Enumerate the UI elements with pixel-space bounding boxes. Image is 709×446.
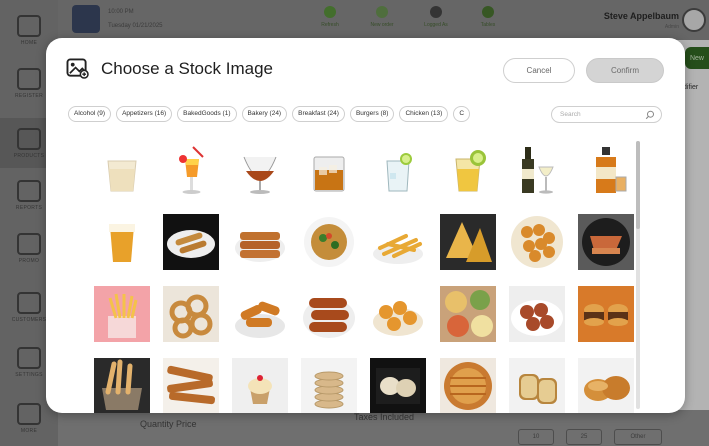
- stock-image-nachos-plate[interactable]: [301, 214, 357, 270]
- stock-image-french-fries[interactable]: [370, 214, 426, 270]
- stock-image-fried-shrimp[interactable]: [370, 286, 426, 342]
- stock-image-beer-glass[interactable]: [94, 214, 150, 270]
- stock-image-tequila-shot[interactable]: [440, 143, 496, 199]
- stock-image-modal: Choose a Stock Image Cancel Confirm Alco…: [46, 38, 685, 413]
- stock-image-fries-pink-box[interactable]: [94, 286, 150, 342]
- stock-image-bread-slices[interactable]: [509, 358, 565, 413]
- stock-image-wine-bottle-glass[interactable]: [509, 143, 565, 199]
- stock-image-cinnamon-sticks[interactable]: [163, 358, 219, 413]
- stock-image-mixed-dishes[interactable]: [440, 286, 496, 342]
- stock-image-spring-rolls[interactable]: [163, 214, 219, 270]
- stock-image-cocktail-tropical[interactable]: [163, 143, 219, 199]
- stock-image-gin-tonic-lime[interactable]: [370, 143, 426, 199]
- stock-image-bread-rolls[interactable]: [578, 358, 634, 413]
- stock-image-cocktail-milky[interactable]: [94, 143, 150, 199]
- stock-image-round-pie[interactable]: [440, 358, 496, 413]
- stock-image-sausage-rolls[interactable]: [301, 286, 357, 342]
- stock-image-cookie-stack[interactable]: [301, 358, 357, 413]
- stock-image-onion-rings[interactable]: [163, 286, 219, 342]
- stock-image-grid: [46, 38, 685, 413]
- stock-image-whiskey-rocks[interactable]: [301, 143, 357, 199]
- scrollbar[interactable]: [636, 141, 640, 409]
- stock-image-brandy-snifter[interactable]: [232, 143, 288, 199]
- stock-image-cupcake[interactable]: [232, 358, 288, 413]
- stock-image-meatballs[interactable]: [509, 286, 565, 342]
- stock-image-fried-bites-plate[interactable]: [509, 214, 565, 270]
- stock-image-breadsticks-basket[interactable]: [94, 358, 150, 413]
- stock-image-mozzarella-sticks[interactable]: [232, 214, 288, 270]
- stock-image-meat-pan[interactable]: [578, 214, 634, 270]
- stock-image-sliders[interactable]: [578, 286, 634, 342]
- stock-image-samosas[interactable]: [440, 214, 496, 270]
- stock-image-whiskey-bottle[interactable]: [578, 143, 634, 199]
- stock-image-fried-chicken-fingers[interactable]: [232, 286, 288, 342]
- scrollbar-thumb[interactable]: [636, 141, 640, 229]
- stock-image-cookies-black-tray[interactable]: [370, 358, 426, 413]
